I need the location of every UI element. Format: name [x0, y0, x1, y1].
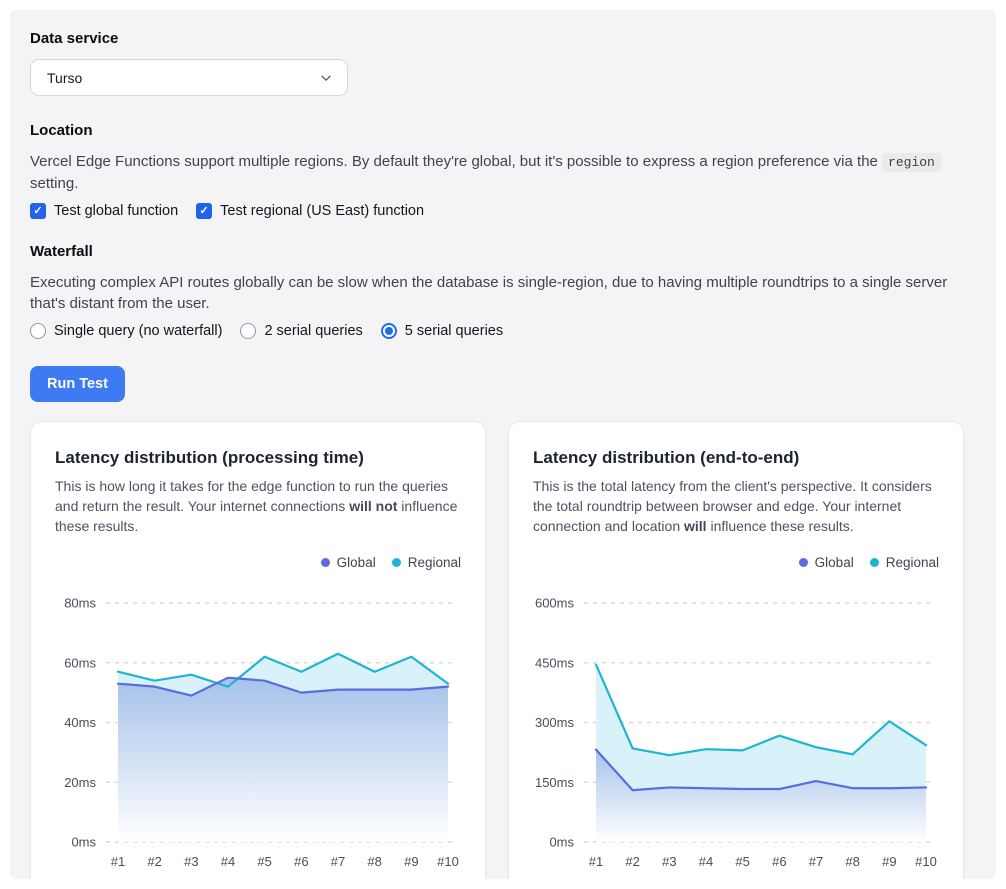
- svg-text:#10: #10: [915, 854, 937, 869]
- data-service-select[interactable]: Turso: [30, 59, 348, 96]
- svg-text:#7: #7: [331, 854, 345, 869]
- radio-5-serial-queries[interactable]: 5 serial queries: [381, 323, 503, 339]
- svg-text:#9: #9: [882, 854, 896, 869]
- svg-text:450ms: 450ms: [535, 655, 575, 670]
- svg-text:#10: #10: [437, 854, 459, 869]
- legend-item-global: Global: [321, 555, 376, 570]
- svg-text:600ms: 600ms: [535, 596, 575, 611]
- svg-text:#6: #6: [772, 854, 786, 869]
- data-service-heading: Data service: [30, 30, 976, 47]
- svg-text:40ms: 40ms: [64, 715, 96, 730]
- region-code-chip: region: [882, 153, 941, 172]
- checkbox-label: Test regional (US East) function: [220, 203, 424, 219]
- svg-text:#3: #3: [184, 854, 198, 869]
- regional-dot-icon: [870, 558, 879, 567]
- card-title: Latency distribution (processing time): [55, 448, 461, 468]
- radio-label: 5 serial queries: [405, 323, 503, 339]
- data-service-selected-value: Turso: [47, 70, 82, 86]
- svg-text:#5: #5: [257, 854, 271, 869]
- settings-panel: Data service Turso Location Vercel Edge …: [10, 10, 996, 879]
- svg-text:20ms: 20ms: [64, 775, 96, 790]
- radio-label: 2 serial queries: [264, 323, 362, 339]
- svg-text:#5: #5: [735, 854, 749, 869]
- chart-legend: Global Regional: [533, 553, 939, 571]
- checkbox-test-regional-function[interactable]: ✓ Test regional (US East) function: [196, 203, 424, 219]
- waterfall-radio-row: Single query (no waterfall) 2 serial que…: [30, 323, 976, 339]
- global-dot-icon: [321, 558, 330, 567]
- card-description: This is how long it takes for the edge f…: [55, 476, 461, 536]
- radio-2-serial-queries[interactable]: 2 serial queries: [240, 323, 362, 339]
- radio-icon[interactable]: [381, 323, 397, 339]
- checkbox-label: Test global function: [54, 203, 178, 219]
- svg-text:60ms: 60ms: [64, 655, 96, 670]
- legend-item-global: Global: [799, 555, 854, 570]
- svg-text:0ms: 0ms: [71, 835, 96, 850]
- svg-text:#2: #2: [147, 854, 161, 869]
- location-description: Vercel Edge Functions support multiple r…: [30, 151, 976, 194]
- svg-text:0ms: 0ms: [549, 835, 574, 850]
- radio-single-query[interactable]: Single query (no waterfall): [30, 323, 222, 339]
- svg-text:#7: #7: [809, 854, 823, 869]
- card-description: This is the total latency from the clien…: [533, 476, 939, 536]
- svg-text:#4: #4: [699, 854, 713, 869]
- svg-text:300ms: 300ms: [535, 715, 575, 730]
- location-heading: Location: [30, 122, 976, 139]
- svg-text:#1: #1: [111, 854, 125, 869]
- checkbox-icon[interactable]: ✓: [196, 203, 212, 219]
- waterfall-description: Executing complex API routes globally ca…: [30, 272, 976, 314]
- legend-item-regional: Regional: [392, 555, 461, 570]
- global-dot-icon: [799, 558, 808, 567]
- card-title: Latency distribution (end-to-end): [533, 448, 939, 468]
- chart-legend: Global Regional: [55, 553, 461, 571]
- svg-text:#9: #9: [404, 854, 418, 869]
- processing-time-chart: 0ms 20ms 40ms 60ms 80ms #1 #2 #3 #4 #5 #6 #7 #8 #9 #10: [31, 575, 487, 875]
- svg-text:#2: #2: [625, 854, 639, 869]
- svg-text:#1: #1: [589, 854, 603, 869]
- end-to-end-chart: 0ms 150ms 300ms 450ms 600ms #1 #2 #3 #4 #5 #6 #7 #8 #…: [509, 575, 965, 875]
- checkbox-test-global-function[interactable]: ✓ Test global function: [30, 203, 178, 219]
- svg-text:#4: #4: [221, 854, 235, 869]
- svg-text:150ms: 150ms: [535, 775, 575, 790]
- svg-text:#8: #8: [367, 854, 381, 869]
- radio-icon[interactable]: [30, 323, 46, 339]
- svg-text:#3: #3: [662, 854, 676, 869]
- end-to-end-card: Latency distribution (end-to-end) This i…: [508, 421, 964, 879]
- radio-label: Single query (no waterfall): [54, 323, 222, 339]
- location-checkbox-row: ✓ Test global function ✓ Test regional (…: [30, 203, 976, 219]
- svg-text:80ms: 80ms: [64, 596, 96, 611]
- svg-text:#6: #6: [294, 854, 308, 869]
- regional-dot-icon: [392, 558, 401, 567]
- checkbox-icon[interactable]: ✓: [30, 203, 46, 219]
- charts-row: Latency distribution (processing time) T…: [30, 421, 976, 879]
- chevron-down-icon: [319, 71, 333, 85]
- processing-time-card: Latency distribution (processing time) T…: [30, 421, 486, 879]
- run-test-button[interactable]: Run Test: [30, 366, 125, 402]
- legend-item-regional: Regional: [870, 555, 939, 570]
- radio-icon[interactable]: [240, 323, 256, 339]
- waterfall-heading: Waterfall: [30, 243, 976, 260]
- svg-text:#8: #8: [845, 854, 859, 869]
